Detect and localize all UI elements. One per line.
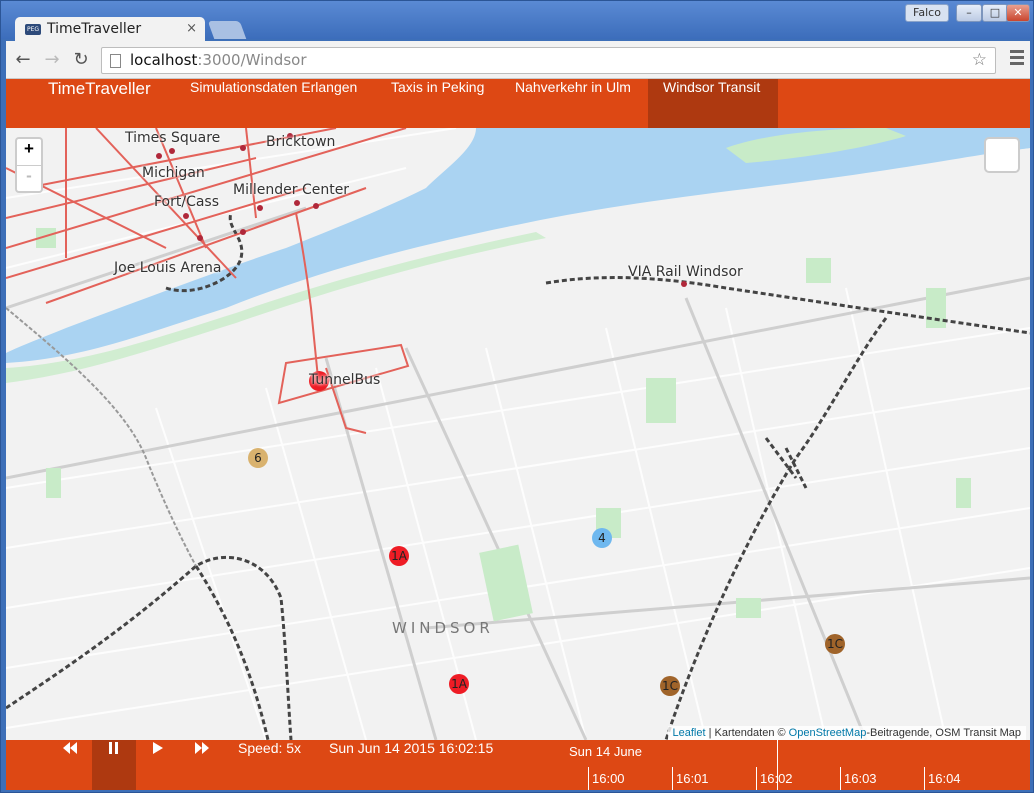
maximize-button[interactable]: □ (982, 4, 1008, 22)
timeline-tick: 16:03 (840, 767, 877, 790)
timeline-cursor[interactable] (777, 740, 778, 790)
vehicle-marker[interactable]: 1C (825, 634, 845, 654)
browser-tab[interactable]: PEG TimeTraveller × (15, 17, 205, 41)
timeline-day-label: Sun 14 June (569, 744, 643, 759)
current-time: Sun Jun 14 2015 16:02:15 (329, 740, 494, 756)
area-label-windsor: WINDSOR (392, 619, 494, 637)
map-attribution: Leaflet | Kartendaten © OpenStreetMap-Be… (667, 726, 1026, 740)
browser-window: PEG TimeTraveller × Falco – □ ✕ ← → ↻ lo… (0, 0, 1034, 793)
app-navbar: TimeTraveller Simulationsdaten Erlangen … (6, 79, 1030, 128)
brand[interactable]: TimeTraveller (48, 79, 151, 99)
nav-link-erlangen[interactable]: Simulationsdaten Erlangen (175, 79, 372, 128)
nav-link-peking[interactable]: Taxis in Peking (376, 79, 499, 128)
attribution-rest: -Beitragende, OSM Transit Map (866, 727, 1021, 739)
vehicle-marker[interactable]: 4 (592, 528, 612, 548)
tab-close-icon[interactable]: × (186, 21, 197, 36)
new-tab-button[interactable] (207, 21, 247, 39)
label-joe-louis-arena: Joe Louis Arena (114, 260, 222, 276)
label-times-square: Times Square (125, 130, 221, 146)
timeline-tick: 16:04 (924, 767, 961, 790)
label-michigan: Michigan (142, 165, 205, 181)
label-via-rail-windsor: VIA Rail Windsor (628, 264, 743, 280)
rewind-icon (63, 742, 77, 754)
nav-link-windsor[interactable]: Windsor Transit (648, 79, 778, 128)
app: TimeTraveller Simulationsdaten Erlangen … (6, 79, 1030, 790)
speed-label[interactable]: Speed: 5x (238, 740, 301, 756)
favicon-icon: PEG (25, 23, 41, 35)
map-tiles (6, 128, 1030, 740)
fast-forward-icon (195, 742, 209, 754)
pause-icon (109, 742, 118, 754)
url-path: :3000/Windsor (197, 51, 307, 69)
nav-link-ulm[interactable]: Nahverkehr in Ulm (500, 79, 646, 128)
vehicle-marker[interactable]: 1A (449, 674, 469, 694)
label-fort-cass: Fort/Cass (154, 194, 220, 210)
vehicle-marker[interactable]: 6 (248, 448, 268, 468)
label-bricktown: Bricktown (266, 134, 336, 150)
reload-button[interactable]: ↻ (70, 49, 92, 71)
rewind-button[interactable] (48, 740, 92, 790)
title-bar: PEG TimeTraveller × Falco – □ ✕ (1, 1, 1033, 41)
layer-control-button[interactable] (984, 137, 1020, 173)
back-button[interactable]: ← (12, 49, 34, 71)
label-millender-center: Millender Center (233, 182, 350, 198)
menu-icon[interactable] (1010, 50, 1024, 68)
forward-button[interactable]: → (41, 49, 63, 71)
browser-toolbar: ← → ↻ localhost:3000/Windsor ☆ (6, 41, 1030, 79)
close-window-button[interactable]: ✕ (1006, 4, 1030, 22)
pause-button[interactable] (92, 740, 136, 790)
playback-controls: Speed: 5x Sun Jun 14 2015 16:02:15 Sun 1… (6, 740, 1030, 790)
label-tunnelbus: TunnelBus (309, 372, 381, 388)
vehicle-marker[interactable]: 1A (389, 546, 409, 566)
tab-title: TimeTraveller (47, 21, 142, 37)
vehicle-marker[interactable]: 1C (660, 676, 680, 696)
zoom-out-button[interactable]: - (17, 165, 41, 191)
timeline-tick: 16:02 (756, 767, 793, 790)
map[interactable]: Times Square Bricktown Michigan Millende… (6, 128, 1030, 740)
timeline-tick: 16:00 (588, 767, 625, 790)
zoom-in-button[interactable]: + (17, 139, 41, 165)
osm-link[interactable]: OpenStreetMap (789, 727, 867, 739)
address-bar[interactable]: localhost:3000/Windsor ☆ (101, 47, 996, 74)
url-host: localhost (130, 51, 198, 69)
page-icon (110, 54, 121, 68)
timeline-tick: 16:01 (672, 767, 709, 790)
timeline[interactable]: Sun 14 June 16:00 16:01 16:02 16:03 16:0… (566, 740, 1030, 790)
play-icon (153, 742, 163, 754)
profile-button[interactable]: Falco (905, 4, 949, 22)
fast-forward-button[interactable] (180, 740, 224, 790)
attribution-text: | Kartendaten © (705, 727, 789, 739)
leaflet-link[interactable]: Leaflet (673, 727, 706, 739)
bookmark-star-icon[interactable]: ☆ (972, 48, 987, 73)
zoom-control: + - (15, 137, 43, 193)
play-button[interactable] (136, 740, 180, 790)
minimize-button[interactable]: – (956, 4, 982, 22)
